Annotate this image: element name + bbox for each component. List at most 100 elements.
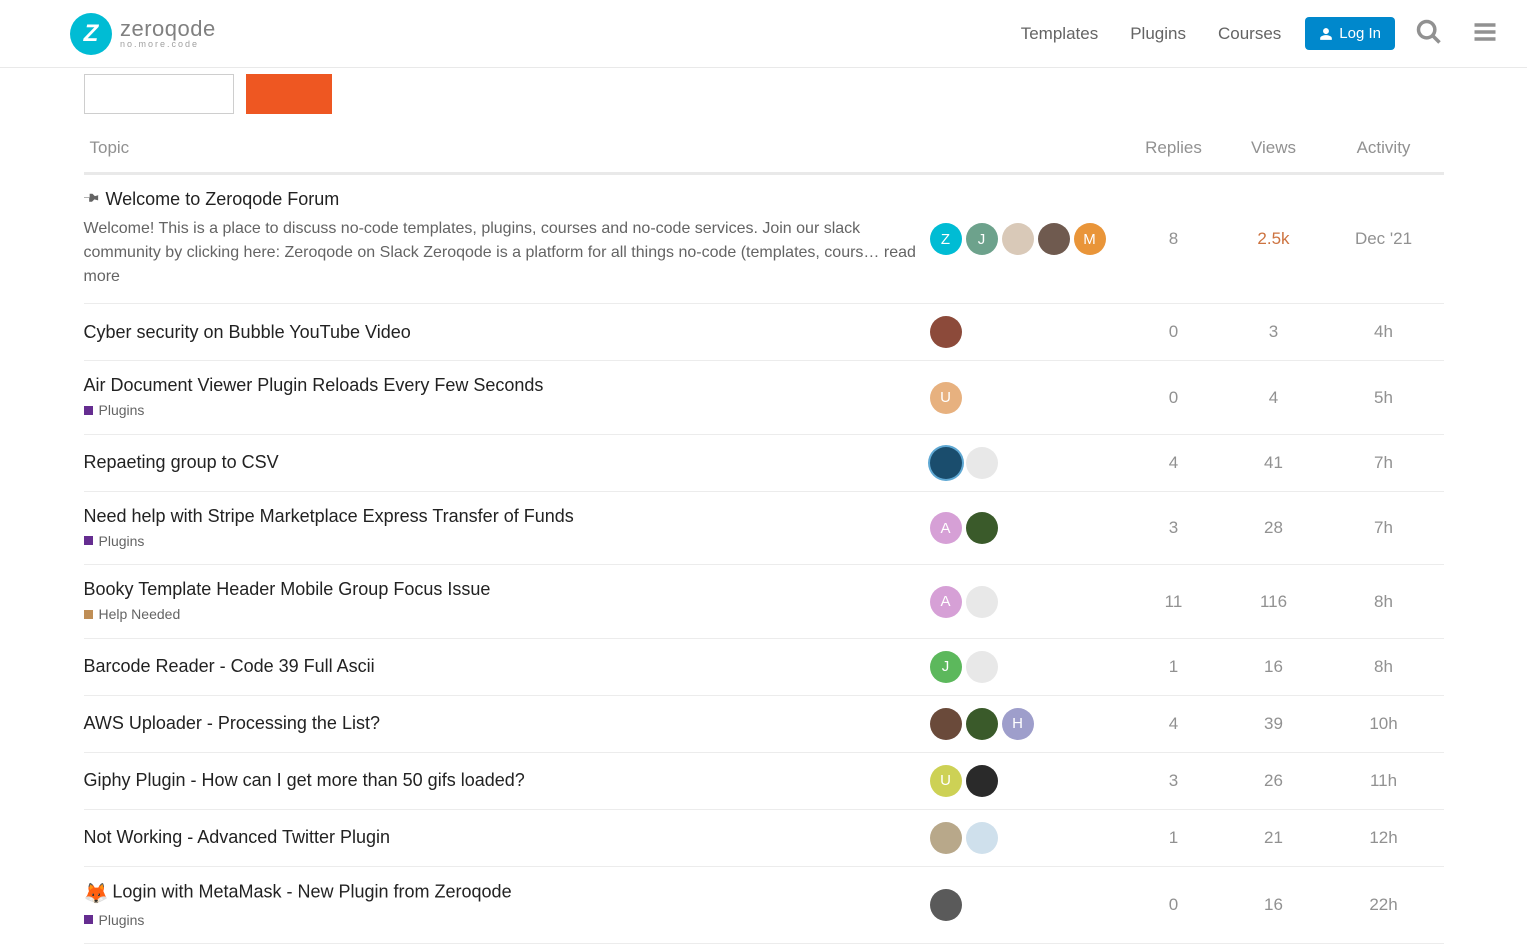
views-count[interactable]: 39 bbox=[1224, 695, 1324, 752]
topic-list: Topic Replies Views Activity Welcome to … bbox=[84, 124, 1444, 944]
avatar[interactable] bbox=[930, 889, 962, 921]
avatar[interactable] bbox=[966, 447, 998, 479]
category-badge[interactable]: Plugins bbox=[84, 533, 145, 549]
avatar[interactable] bbox=[966, 512, 998, 544]
avatar[interactable] bbox=[966, 651, 998, 683]
avatar[interactable] bbox=[930, 316, 962, 348]
views-count[interactable]: 3 bbox=[1224, 304, 1324, 361]
replies-count[interactable]: 0 bbox=[1124, 866, 1224, 944]
views-count[interactable]: 26 bbox=[1224, 752, 1324, 809]
topic-title-link[interactable]: Need help with Stripe Marketplace Expres… bbox=[84, 506, 574, 526]
topic-title-link[interactable]: Welcome to Zeroqode Forum bbox=[106, 189, 340, 209]
replies-count[interactable]: 1 bbox=[1124, 638, 1224, 695]
posters: J bbox=[930, 651, 1118, 683]
topic-title-link[interactable]: Cyber security on Bubble YouTube Video bbox=[84, 322, 411, 342]
topic-excerpt: Welcome! This is a place to discuss no-c… bbox=[84, 217, 918, 289]
category-bullet-icon bbox=[84, 610, 93, 619]
posters: A bbox=[930, 512, 1118, 544]
views-count[interactable]: 16 bbox=[1224, 638, 1324, 695]
topic-title-link[interactable]: AWS Uploader - Processing the List? bbox=[84, 713, 380, 733]
topic-title-link[interactable]: Air Document Viewer Plugin Reloads Every… bbox=[84, 375, 544, 395]
replies-count[interactable]: 3 bbox=[1124, 491, 1224, 565]
activity-time[interactable]: 7h bbox=[1324, 491, 1444, 565]
avatar[interactable] bbox=[966, 708, 998, 740]
activity-time[interactable]: 10h bbox=[1324, 695, 1444, 752]
category-badge[interactable]: Help Needed bbox=[84, 606, 181, 622]
topic-row: Air Document Viewer Plugin Reloads Every… bbox=[84, 361, 1444, 435]
avatar[interactable]: J bbox=[966, 223, 998, 255]
views-count[interactable]: 28 bbox=[1224, 491, 1324, 565]
brand-name: zeroqode bbox=[120, 18, 216, 40]
posters: A bbox=[930, 586, 1118, 618]
col-views[interactable]: Views bbox=[1224, 124, 1324, 174]
activity-time[interactable]: Dec '21 bbox=[1324, 174, 1444, 304]
posters bbox=[930, 447, 1118, 479]
avatar[interactable] bbox=[930, 447, 962, 479]
category-bullet-icon bbox=[84, 915, 93, 924]
nav-templates[interactable]: Templates bbox=[1021, 24, 1098, 44]
activity-time[interactable]: 12h bbox=[1324, 809, 1444, 866]
topic-emoji: 🦊 bbox=[84, 883, 109, 905]
category-badge[interactable]: Plugins bbox=[84, 402, 145, 418]
avatar[interactable] bbox=[966, 765, 998, 797]
login-button[interactable]: Log In bbox=[1305, 17, 1395, 50]
topic-row: Barcode Reader - Code 39 Full Ascii J 1168… bbox=[84, 638, 1444, 695]
topic-title-link[interactable]: Barcode Reader - Code 39 Full Ascii bbox=[84, 656, 375, 676]
avatar[interactable]: M bbox=[1074, 223, 1106, 255]
posters: U bbox=[930, 382, 1118, 414]
views-count[interactable]: 21 bbox=[1224, 809, 1324, 866]
replies-count[interactable]: 8 bbox=[1124, 174, 1224, 304]
replies-count[interactable]: 4 bbox=[1124, 434, 1224, 491]
avatar[interactable] bbox=[930, 708, 962, 740]
tab-latest[interactable] bbox=[246, 74, 332, 114]
col-replies[interactable]: Replies bbox=[1124, 124, 1224, 174]
avatar[interactable]: H bbox=[1002, 708, 1034, 740]
tab-categories[interactable] bbox=[84, 74, 234, 114]
replies-count[interactable]: 0 bbox=[1124, 361, 1224, 435]
replies-count[interactable]: 3 bbox=[1124, 752, 1224, 809]
topic-title-link[interactable]: Login with MetaMask - New Plugin from Ze… bbox=[112, 882, 511, 902]
replies-count[interactable]: 11 bbox=[1124, 565, 1224, 639]
posters bbox=[930, 889, 1118, 921]
topic-title-link[interactable]: Booky Template Header Mobile Group Focus… bbox=[84, 579, 491, 599]
menu-button[interactable] bbox=[1463, 10, 1507, 57]
col-activity[interactable]: Activity bbox=[1324, 124, 1444, 174]
replies-count[interactable]: 4 bbox=[1124, 695, 1224, 752]
views-count[interactable]: 2.5k bbox=[1224, 174, 1324, 304]
replies-count[interactable]: 1 bbox=[1124, 809, 1224, 866]
category-label: Plugins bbox=[99, 402, 145, 418]
topic-title-link[interactable]: Not Working - Advanced Twitter Plugin bbox=[84, 827, 390, 847]
activity-time[interactable]: 8h bbox=[1324, 565, 1444, 639]
site-header: Z zeroqode no.more.code Templates Plugin… bbox=[0, 0, 1527, 68]
topic-row: Giphy Plugin - How can I get more than 5… bbox=[84, 752, 1444, 809]
activity-time[interactable]: 8h bbox=[1324, 638, 1444, 695]
nav-plugins[interactable]: Plugins bbox=[1130, 24, 1186, 44]
topic-title-link[interactable]: Repaeting group to CSV bbox=[84, 452, 279, 472]
topic-title-link[interactable]: Giphy Plugin - How can I get more than 5… bbox=[84, 770, 525, 790]
avatar[interactable]: Z bbox=[930, 223, 962, 255]
activity-time[interactable]: 5h bbox=[1324, 361, 1444, 435]
replies-count[interactable]: 0 bbox=[1124, 304, 1224, 361]
avatar[interactable] bbox=[966, 586, 998, 618]
views-count[interactable]: 16 bbox=[1224, 866, 1324, 944]
activity-time[interactable]: 11h bbox=[1324, 752, 1444, 809]
search-button[interactable] bbox=[1407, 10, 1451, 57]
views-count[interactable]: 4 bbox=[1224, 361, 1324, 435]
logo[interactable]: Z zeroqode no.more.code bbox=[70, 13, 216, 55]
activity-time[interactable]: 7h bbox=[1324, 434, 1444, 491]
col-topic[interactable]: Topic bbox=[84, 124, 924, 174]
views-count[interactable]: 116 bbox=[1224, 565, 1324, 639]
avatar[interactable]: A bbox=[930, 586, 962, 618]
nav-courses[interactable]: Courses bbox=[1218, 24, 1281, 44]
avatar[interactable]: A bbox=[930, 512, 962, 544]
category-label: Plugins bbox=[99, 533, 145, 549]
avatar[interactable] bbox=[1002, 223, 1034, 255]
activity-time[interactable]: 22h bbox=[1324, 866, 1444, 944]
category-badge[interactable]: Plugins bbox=[84, 912, 145, 928]
views-count[interactable]: 41 bbox=[1224, 434, 1324, 491]
avatar[interactable]: U bbox=[930, 765, 962, 797]
activity-time[interactable]: 4h bbox=[1324, 304, 1444, 361]
avatar[interactable]: J bbox=[930, 651, 962, 683]
avatar[interactable] bbox=[1038, 223, 1070, 255]
avatar[interactable]: U bbox=[930, 382, 962, 414]
